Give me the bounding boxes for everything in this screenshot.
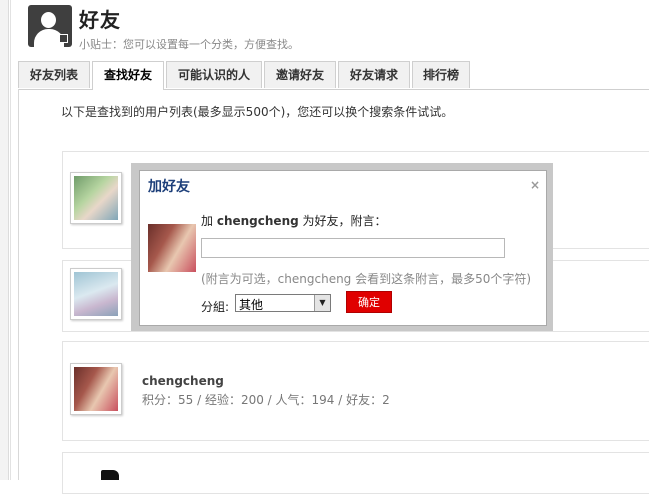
tab-people-you-may-know[interactable]: 可能认识的人: [166, 61, 262, 88]
avatar[interactable]: [70, 363, 122, 415]
dialog-prompt: 加 chengcheng 为好友，附言：: [201, 212, 387, 229]
username-link[interactable]: chengcheng: [142, 374, 224, 388]
message-input[interactable]: [201, 238, 505, 258]
page-title: 好友: [79, 8, 121, 32]
triangle-down-icon[interactable]: ▼: [314, 295, 330, 311]
tab-friend-list[interactable]: 好友列表: [18, 61, 90, 88]
tab-leaderboard[interactable]: 排行榜: [412, 61, 470, 88]
left-divider: [10, 0, 11, 480]
group-select[interactable]: 其他 ▼: [235, 294, 331, 312]
page-tip: 小贴士：您可以设置每一个分类，方便查找。: [79, 38, 299, 51]
message-hint: (附言为可选，chengcheng 会看到这条附言，最多50个字符): [201, 272, 532, 286]
close-icon[interactable]: ×: [530, 178, 540, 192]
user-stats: 积分：55 / 经验：200 / 人气：194 / 好友：2: [142, 393, 390, 407]
group-selected-value: 其他: [239, 298, 264, 312]
avatar[interactable]: [70, 268, 122, 320]
user-silhouette-icon: [28, 5, 72, 47]
avatar[interactable]: [101, 470, 119, 480]
tab-friend-requests[interactable]: 好友请求: [338, 61, 410, 88]
target-username: chengcheng: [216, 214, 299, 228]
list-item: [62, 452, 649, 494]
dialog-title: 加好友: [148, 179, 190, 195]
prompt-prefix: 加: [201, 214, 214, 228]
confirm-button[interactable]: 确定: [346, 291, 392, 313]
result-description: 以下是查找到的用户列表(最多显示500个)，您还可以换个搜索条件试试。: [61, 105, 454, 119]
left-rail: [0, 0, 9, 480]
avatar[interactable]: [70, 172, 122, 224]
content-border: [18, 89, 19, 480]
add-friend-dialog: 加好友 × 加 chengcheng 为好友，附言： (附言为可选，chengc…: [139, 170, 547, 326]
avatar: [148, 224, 196, 272]
group-label: 分組:: [201, 300, 230, 314]
tab-find-friends[interactable]: 查找好友: [92, 61, 164, 90]
prompt-suffix: 为好友，附言：: [302, 214, 387, 228]
tab-invite-friends[interactable]: 邀请好友: [264, 61, 336, 88]
